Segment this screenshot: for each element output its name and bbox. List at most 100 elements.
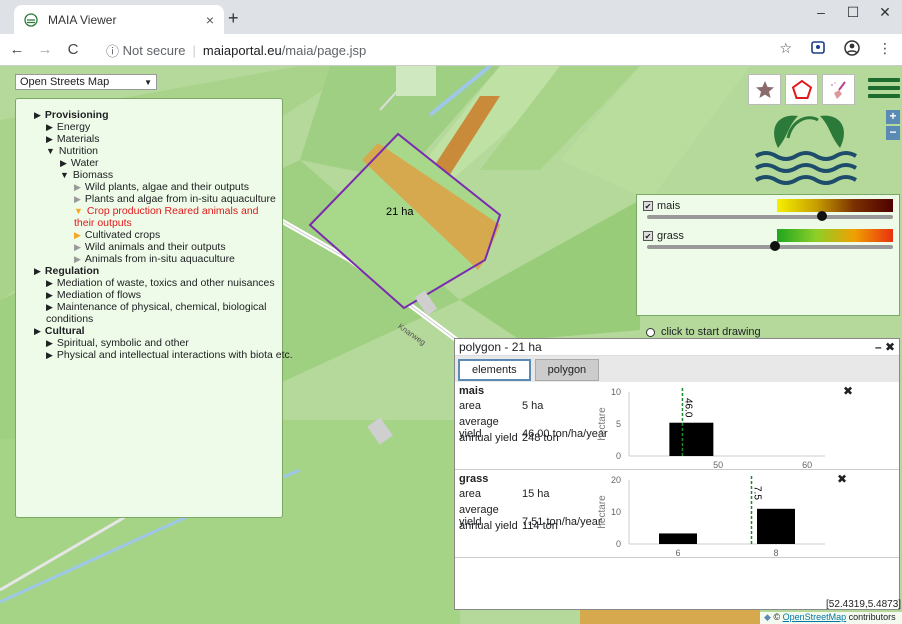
url-path: /maia/page.jsp: [281, 42, 367, 58]
basemap-value: Open Streets Map: [20, 76, 110, 88]
tree-label: Mediation of flows: [56, 289, 141, 301]
tree-node-materials[interactable]: ▶ Materials: [24, 133, 274, 145]
extension-icon[interactable]: [810, 40, 826, 56]
window-close-icon[interactable]: ✕: [870, 4, 900, 21]
slider-thumb[interactable]: [816, 211, 827, 221]
tree-node-plants-aquaculture[interactable]: ▶ Plants and algae from in-situ aquacultu…: [24, 193, 276, 205]
info-icon[interactable]: ⓘ: [106, 41, 119, 60]
collapsed-arrow-icon: ▶: [46, 290, 53, 300]
tree-node-mediation-flows[interactable]: ▶ Mediation of flows: [24, 289, 274, 301]
draw-hint[interactable]: click to start drawing: [646, 326, 761, 338]
tree-label: Mediation of waste, toxics and other nui…: [56, 277, 275, 289]
layer-checkbox[interactable]: ✔: [643, 201, 653, 211]
mean-marker-label: 46.0: [682, 398, 693, 418]
collapsed-arrow-icon: ▶: [46, 350, 53, 360]
zoom-in-button[interactable]: +: [886, 110, 900, 124]
tree-label: Provisioning: [44, 109, 109, 121]
crop-name: grass: [459, 473, 489, 485]
tree-label: Energy: [56, 121, 91, 133]
tree-label: Maintenance of physical, chemical, biolo…: [46, 301, 267, 325]
popup-tabs: elements polygon: [455, 356, 899, 382]
main-menu-icon[interactable]: [868, 78, 900, 102]
color-ramp: [777, 199, 893, 212]
tree-node-cultural[interactable]: ▶ Cultural: [24, 325, 274, 337]
tree-node-animals-aquaculture[interactable]: ▶ Animals from in-situ aquaculture: [24, 253, 274, 265]
close-chart-icon[interactable]: ✖: [837, 472, 847, 486]
tree-label: Water: [70, 157, 99, 169]
tree-node-nutrition[interactable]: ▼ Nutrition: [24, 145, 274, 157]
tree-label: Physical and intellectual interactions w…: [56, 349, 293, 361]
crop-annual-row: annual yield 114 ton: [459, 520, 558, 532]
maia-favicon-icon: [24, 12, 38, 27]
attribution-prefix: ©: [773, 612, 783, 622]
popup-controls[interactable]: – ✖: [875, 340, 895, 354]
tree-node-provisioning[interactable]: ▶ Provisioning: [24, 109, 274, 121]
opacity-slider[interactable]: [647, 215, 893, 219]
histogram-grass: hectare 0 10 20 6 8 7.5: [597, 475, 825, 558]
tree-node-water[interactable]: ▶ Water: [24, 157, 274, 169]
leaf-arrow-icon: ▶: [74, 254, 81, 264]
close-chart-icon[interactable]: ✖: [843, 384, 853, 398]
tree-node-maintenance[interactable]: ▶ Maintenance of physical, chemical, biol…: [24, 301, 274, 325]
tree-node-cultivated-crops[interactable]: ▶ Cultivated crops: [24, 229, 274, 241]
maximize-icon[interactable]: ☐: [838, 4, 868, 21]
browser-tab[interactable]: MAIA Viewer ×: [14, 5, 224, 34]
y-axis-label: hectare: [597, 495, 608, 529]
crop-annual-row: annual yield 248 ton: [459, 432, 559, 444]
tab-elements[interactable]: elements: [458, 359, 531, 381]
tree-label: Crop production Reared animals and their…: [74, 205, 259, 229]
layer-checkbox[interactable]: ✔: [643, 231, 653, 241]
tab-close-icon[interactable]: ×: [206, 12, 214, 28]
osm-link[interactable]: OpenStreetMap: [783, 612, 847, 622]
favorite-button[interactable]: [748, 74, 781, 105]
minimize-icon[interactable]: –: [806, 4, 836, 20]
pentagon-icon: [791, 79, 812, 99]
tree-label: Wild animals and their outputs: [84, 241, 226, 253]
tree-label: Animals from in-situ aquaculture: [84, 253, 235, 265]
forward-icon[interactable]: →: [34, 41, 56, 58]
leaf-arrow-icon: ▶: [74, 242, 81, 252]
browser-tab-bar: MAIA Viewer × + – ☐ ✕: [0, 0, 902, 34]
new-tab-icon[interactable]: +: [228, 8, 239, 29]
address-bar[interactable]: ⓘ Not secure | maiaportal.eu/maia/page.j…: [106, 38, 366, 62]
collapsed-arrow-icon: ▶: [60, 158, 67, 168]
draw-radio[interactable]: [646, 327, 655, 337]
clear-button[interactable]: [822, 74, 855, 105]
y-tick-label: 10: [611, 387, 621, 397]
tree-node-physical-intellectual[interactable]: ▶ Physical and intellectual interactions …: [24, 349, 293, 361]
crop-area-row: area 15 ha: [459, 488, 550, 500]
reload-icon[interactable]: C: [62, 41, 84, 58]
back-icon[interactable]: ←: [6, 41, 28, 58]
zoom-out-button[interactable]: −: [886, 126, 900, 140]
slider-thumb[interactable]: [769, 241, 780, 251]
tree-node-crop-production[interactable]: ▼ Crop production Reared animals and thei…: [24, 205, 274, 229]
browser-menu-icon[interactable]: ⋮: [878, 40, 892, 57]
tree-node-spiritual[interactable]: ▶ Spiritual, symbolic and other: [24, 337, 274, 349]
y-tick-label: 20: [611, 475, 621, 485]
crop-area-row: area 5 ha: [459, 400, 543, 412]
tab-polygon[interactable]: polygon: [534, 359, 600, 381]
histogram-bar: [659, 533, 697, 544]
tree-node-wild-plants[interactable]: ▶ Wild plants, algae and their outputs: [24, 181, 274, 193]
attribution-suffix: contributors: [846, 612, 896, 622]
tree-node-energy[interactable]: ▶ Energy: [24, 121, 274, 133]
broom-icon: [830, 80, 846, 99]
draw-hint-label: click to start drawing: [661, 326, 761, 338]
map-tools: [748, 74, 855, 105]
polygon-area-label: 21 ha: [386, 206, 414, 218]
tree-node-wild-animals[interactable]: ▶ Wild animals and their outputs: [24, 241, 274, 253]
basemap-select[interactable]: Open Streets Map ▼: [15, 74, 157, 90]
selected-arrow-icon: ▶: [74, 230, 81, 240]
tree-label: Spiritual, symbolic and other: [56, 337, 189, 349]
draw-polygon-button[interactable]: [785, 74, 818, 105]
tree-node-regulation[interactable]: ▶ Regulation: [24, 265, 274, 277]
layer-label: mais: [657, 200, 681, 212]
collapsed-arrow-icon: ▶: [46, 122, 53, 132]
ecosystem-services-tree: ▶ Provisioning ▶ Energy ▶ Materials ▼ Nutrit…: [15, 98, 293, 518]
tree-node-biomass[interactable]: ▼ Biomass: [24, 169, 274, 181]
layer-legend: ✔ mais ✔ grass: [636, 194, 900, 316]
tree-node-mediation-waste[interactable]: ▶ Mediation of waste, toxics and other nu…: [24, 277, 275, 289]
profile-icon[interactable]: [844, 40, 860, 56]
field-key: annual yield: [459, 432, 518, 444]
bookmark-star-icon[interactable]: ☆: [779, 40, 792, 57]
